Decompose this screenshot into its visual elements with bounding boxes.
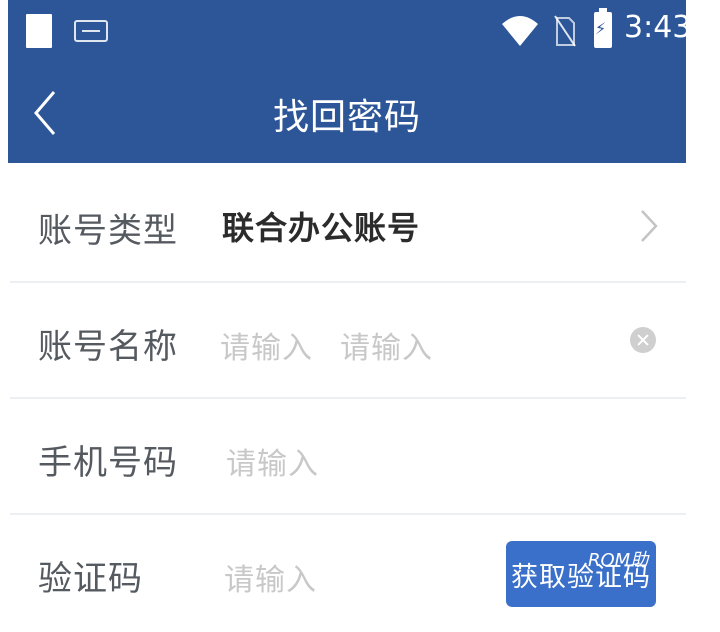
no-sim-icon xyxy=(554,15,576,47)
status-time: 3:43 xyxy=(624,10,692,45)
account-type-row[interactable]: 账号类型 联合办公账号 xyxy=(10,167,686,283)
wifi-icon xyxy=(502,16,538,46)
account-type-label: 账号类型 xyxy=(38,211,178,251)
notification-square-icon xyxy=(26,14,52,48)
account-type-value: 联合办公账号 xyxy=(222,209,421,247)
clear-input-icon[interactable] xyxy=(630,327,656,353)
verification-input[interactable]: 请输入 xyxy=(224,555,317,599)
battery-charging-icon xyxy=(594,8,612,48)
account-name-input-hint: 请输入 xyxy=(340,331,433,366)
phone-input[interactable]: 请输入 xyxy=(226,439,319,483)
verification-label: 验证码 xyxy=(38,559,143,599)
account-name-label: 账号名称 xyxy=(38,327,178,367)
page-title: 找回密码 xyxy=(272,97,421,138)
status-bar: 3:43 xyxy=(8,0,691,68)
phone-row: 手机号码 请输入 xyxy=(10,399,686,515)
app-header: 3:43 找回密码 xyxy=(8,0,691,163)
keyboard-icon xyxy=(74,20,108,42)
watermark: ROM助 xyxy=(588,550,649,571)
account-name-row: 账号名称 请输入 请输入 xyxy=(10,283,686,399)
verification-row: 验证码 请输入 获取验证码 xyxy=(10,515,686,631)
chevron-right-icon xyxy=(641,210,658,242)
account-name-input[interactable]: 请输入 xyxy=(220,323,313,367)
phone-label: 手机号码 xyxy=(38,443,178,483)
